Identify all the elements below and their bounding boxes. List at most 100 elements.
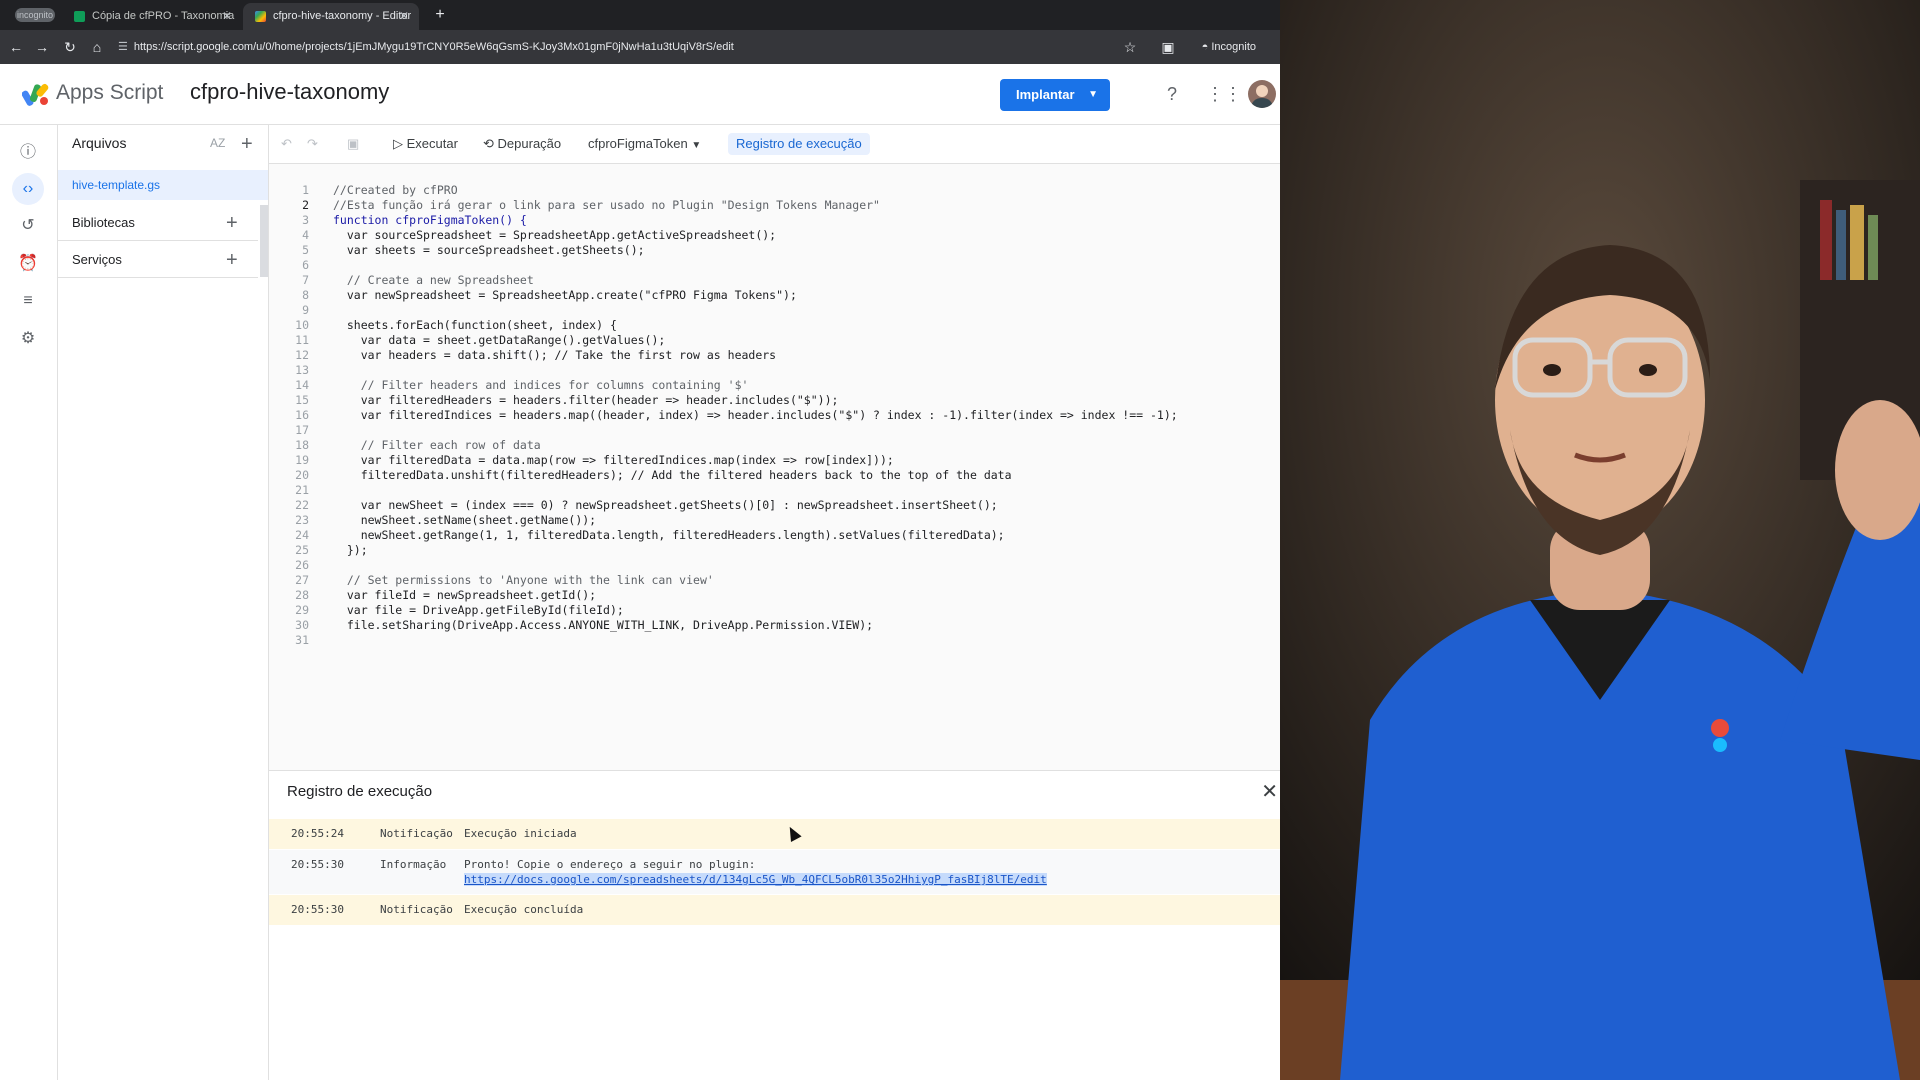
- line-number: 20: [295, 468, 309, 482]
- app-name: Apps Script: [56, 81, 164, 104]
- tab-title: cfpro-hive-taxonomy - Editor: [273, 10, 412, 22]
- triggers-alarm-icon[interactable]: ⏰: [16, 252, 40, 276]
- code-line: var file = DriveApp.getFileById(fileId);: [333, 603, 624, 617]
- avatar[interactable]: [1248, 80, 1276, 108]
- scrollbar[interactable]: [260, 205, 268, 277]
- tab-bar: incognito Cópia de cfPRO - Taxonomia ✕ c…: [0, 0, 1280, 30]
- home-icon[interactable]: ⌂: [85, 30, 109, 64]
- code-line: var newSpreadsheet = SpreadsheetApp.crea…: [333, 288, 797, 302]
- help-icon[interactable]: ?: [1160, 82, 1184, 106]
- side-panel-icon[interactable]: ▣: [1156, 30, 1180, 64]
- close-icon[interactable]: ✕: [1261, 779, 1278, 804]
- bookmark-star-icon[interactable]: ☆: [1118, 30, 1142, 64]
- log-level: Informação: [380, 858, 447, 871]
- sort-az-icon[interactable]: AZ: [210, 136, 225, 150]
- log-message: Pronto! Copie o endereço a seguir no plu…: [464, 858, 756, 871]
- play-icon: ▷: [393, 136, 403, 151]
- log-entry: 20:55:30 Informação Pronto! Copie o ende…: [269, 850, 1280, 894]
- line-number: 28: [295, 588, 309, 602]
- presenter-image: [1280, 0, 1920, 1080]
- code-line: var newSheet = (index === 0) ? newSpread…: [333, 498, 998, 512]
- log-entry: 20:55:30 Notificação Execução concluída: [269, 895, 1280, 925]
- line-number: 24: [295, 528, 309, 542]
- forward-icon[interactable]: →: [30, 30, 54, 64]
- code-line: //Created by cfPRO: [333, 183, 458, 197]
- log-entry: 20:55:24 Notificação Execução iniciada: [269, 819, 1280, 849]
- log-message: Execução concluída: [464, 903, 584, 916]
- save-icon[interactable]: ▣: [347, 125, 359, 163]
- line-number: 12: [295, 348, 309, 362]
- apps-grid-icon[interactable]: ⋮⋮: [1206, 82, 1242, 106]
- line-number: 21: [295, 483, 309, 497]
- add-service-icon[interactable]: +: [226, 250, 238, 270]
- function-select[interactable]: cfproFigmaToken ▼: [588, 125, 701, 163]
- close-icon[interactable]: ✕: [222, 3, 232, 30]
- incognito-indicator[interactable]: ◓ Incognito: [1202, 35, 1256, 59]
- executions-icon[interactable]: ≡: [16, 289, 40, 313]
- presenter-video: [1280, 0, 1920, 1080]
- services-section[interactable]: Serviços +: [58, 242, 258, 278]
- url-text: https://script.google.com/u/0/home/proje…: [133, 41, 734, 53]
- add-library-icon[interactable]: +: [226, 213, 238, 233]
- address-bar: ← → ↻ ⌂ ☰ https://script.google.com/u/0/h…: [0, 30, 1280, 64]
- line-number: 18: [295, 438, 309, 452]
- url-field[interactable]: ☰ https://script.google.com/u/0/home/proj…: [118, 35, 1118, 59]
- undo-icon[interactable]: ↶: [281, 125, 292, 163]
- line-number: 11: [295, 333, 309, 347]
- code-line: var sourceSpreadsheet = SpreadsheetApp.g…: [333, 228, 777, 242]
- line-number: 25: [295, 543, 309, 557]
- line-number: 6: [302, 258, 309, 272]
- code-line: // Filter each row of data: [333, 438, 541, 452]
- libraries-section[interactable]: Bibliotecas +: [58, 205, 258, 241]
- editor-toolbar: ↶ ↷ ▣ ▷ Executar ⟲ Depuração cfproFigmaT…: [269, 125, 1280, 164]
- code-line: var headers = data.shift(); // Take the …: [333, 348, 777, 362]
- line-number: 13: [295, 363, 309, 377]
- chevron-down-icon: ▼: [1088, 89, 1098, 100]
- line-number: 1: [302, 183, 309, 197]
- back-icon[interactable]: ←: [4, 30, 28, 64]
- code-editor[interactable]: 1 2 3 4 5 6 7 8 9 10 11 12 13 14 15 16 1…: [269, 164, 1280, 770]
- line-number: 5: [302, 243, 309, 257]
- history-icon[interactable]: ↺: [16, 214, 40, 238]
- code-line: file.setSharing(DriveApp.Access.ANYONE_W…: [333, 618, 874, 632]
- code-line: // Set permissions to 'Anyone with the l…: [333, 573, 714, 587]
- log-level: Notificação: [380, 903, 453, 916]
- run-button[interactable]: ▷ Executar: [393, 125, 458, 163]
- spreadsheet-link[interactable]: https://docs.google.com/spreadsheets/d/1…: [464, 873, 1047, 886]
- overview-icon[interactable]: ⓘ: [16, 141, 40, 165]
- add-file-icon[interactable]: +: [241, 134, 253, 154]
- debug-button[interactable]: ⟲ Depuração: [483, 125, 561, 163]
- deploy-button[interactable]: Implantar ▼: [1000, 79, 1110, 111]
- browser-window: incognito Cópia de cfPRO - Taxonomia ✕ c…: [0, 0, 1280, 1080]
- tab-editor[interactable]: cfpro-hive-taxonomy - Editor ✕: [243, 3, 419, 30]
- close-icon[interactable]: ✕: [399, 3, 409, 30]
- file-item-hive-template[interactable]: hive-template.gs: [58, 170, 268, 200]
- line-number: 4: [302, 228, 309, 242]
- line-number: 2: [302, 198, 309, 212]
- code-line: newSheet.getRange(1, 1, filteredData.len…: [333, 528, 1005, 542]
- log-level: Notificação: [380, 827, 453, 840]
- line-number: 29: [295, 603, 309, 617]
- apps-script-logo: [22, 83, 49, 106]
- line-number: 16: [295, 408, 309, 422]
- settings-gear-icon[interactable]: ⚙: [16, 327, 40, 351]
- site-info-icon[interactable]: ☰: [118, 41, 128, 53]
- code-line: newSheet.setName(sheet.getName());: [333, 513, 597, 527]
- redo-icon[interactable]: ↷: [307, 125, 318, 163]
- line-number: 8: [302, 288, 309, 302]
- code-line: var data = sheet.getDataRange().getValue…: [333, 333, 666, 347]
- line-number: 26: [295, 558, 309, 572]
- debug-icon: ⟲: [483, 136, 494, 151]
- reload-icon[interactable]: ↻: [58, 30, 82, 64]
- line-number: 27: [295, 573, 309, 587]
- chevron-down-icon: ▼: [691, 140, 702, 151]
- tab-title: Cópia de cfPRO - Taxonomia: [92, 10, 235, 22]
- incognito-badge: incognito: [15, 8, 55, 22]
- new-tab-icon[interactable]: +: [430, 3, 450, 27]
- code-line: var filteredData = data.map(row => filte…: [333, 453, 894, 467]
- execution-log-button[interactable]: Registro de execução: [728, 133, 870, 155]
- editor-code-icon[interactable]: ‹›: [12, 173, 44, 205]
- code-line: sheets.forEach(function(sheet, index) {: [333, 318, 617, 332]
- tab-spreadsheet[interactable]: Cópia de cfPRO - Taxonomia ✕: [62, 3, 242, 30]
- project-title[interactable]: cfpro-hive-taxonomy: [190, 79, 389, 105]
